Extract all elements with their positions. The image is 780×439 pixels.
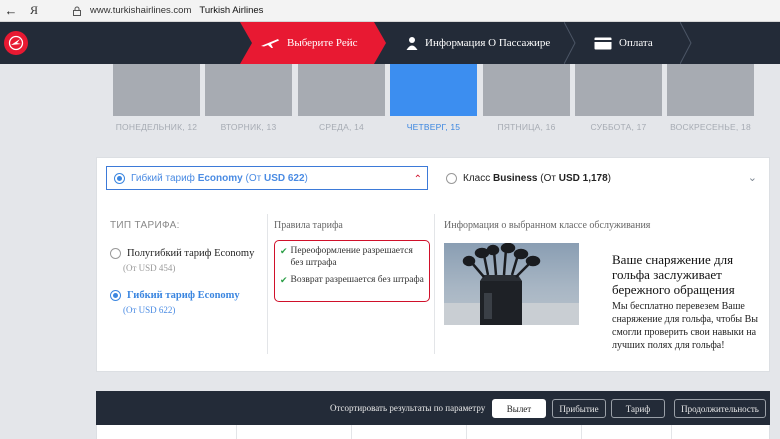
date-option[interactable]: ПОНЕДЕЛЬНИК, 12 (113, 64, 200, 132)
tab-economy-fare[interactable]: Гибкий тариф Economy (От USD 622) ⌃ (106, 166, 428, 190)
results-cell (352, 425, 467, 439)
person-icon (406, 36, 418, 50)
back-arrow-icon[interactable]: ← (2, 3, 20, 18)
date-bar (667, 64, 754, 116)
sort-arrival-button[interactable]: Прибытие (552, 399, 606, 418)
date-option[interactable]: ПЯТНИЦА, 16 (483, 64, 570, 132)
class-info-body: Мы бесплатно перевезем Ваше снаряжение д… (612, 301, 759, 351)
date-bar (298, 64, 385, 116)
fare-rules-column: Правила тарифа ✔ Переоформление разрешае… (274, 220, 434, 302)
semi-flex-radio[interactable] (110, 248, 121, 259)
booking-header: Выберите Рейс Информация О Пассажире Опл… (0, 22, 780, 64)
date-label: ПЯТНИЦА, 16 (497, 122, 556, 132)
date-label: ЧЕТВЕРГ, 15 (406, 122, 461, 132)
class-info-title: Информация о выбранном классе обслуживан… (444, 220, 651, 231)
yandex-logo-icon[interactable]: Я (20, 3, 48, 18)
results-cell (97, 425, 237, 439)
check-icon: ✔ (280, 246, 288, 256)
sort-bar: Отсортировать результаты по параметру Вы… (96, 391, 770, 425)
chevron-up-icon[interactable]: ⌃ (414, 174, 422, 185)
date-label: СРЕДА, 14 (319, 122, 364, 132)
date-bar (113, 64, 200, 116)
sort-departure-button[interactable]: Вылет (492, 399, 546, 418)
step-payment[interactable]: Оплата (576, 22, 686, 64)
date-selector: ПОНЕДЕЛЬНИК, 12 ВТОРНИК, 13 СРЕДА, 14 ЧЕ… (110, 64, 758, 134)
step-label: Оплата (619, 37, 653, 49)
address-bar-url[interactable]: www.turkishairlines.com (90, 5, 191, 16)
check-icon: ✔ (280, 275, 288, 285)
date-option[interactable]: ВТОРНИК, 13 (205, 64, 292, 132)
rule-text: Возврат разрешается без штрафа (290, 275, 424, 285)
step-label: Информация О Пассажире (425, 37, 551, 49)
date-bar (390, 64, 477, 116)
turkish-airlines-logo-icon[interactable] (4, 31, 28, 55)
sort-duration-button[interactable]: Продолжительность (674, 399, 766, 418)
page-title: Turkish Airlines (199, 5, 264, 16)
date-option[interactable]: ВОСКРЕСЕНЬЕ, 18 (667, 64, 754, 132)
step-separator-icon (680, 22, 692, 64)
fare-option-price: (От USD 622) (123, 305, 176, 315)
class-info-heading: Ваше снаряжение для гольфа заслуживает б… (612, 252, 735, 297)
date-bar (205, 64, 292, 116)
card-icon (594, 37, 612, 50)
tab-business-class[interactable]: Класс Business (От USD 1,178) ⌄ (439, 166, 759, 190)
date-option-selected[interactable]: ЧЕТВЕРГ, 15 (390, 64, 477, 132)
rule-item: ✔ Переоформление разрешается без штрафа (280, 245, 424, 269)
date-option[interactable]: СРЕДА, 14 (298, 64, 385, 132)
fare-rules-box: ✔ Переоформление разрешается без штрафа … (274, 240, 430, 302)
step-passenger-info[interactable]: Информация О Пассажире (386, 22, 576, 64)
results-table-top (96, 425, 770, 439)
chevron-down-icon[interactable]: ⌄ (748, 171, 757, 184)
step-separator-icon (564, 22, 576, 64)
results-cell (467, 425, 582, 439)
golf-bag-image (444, 243, 579, 325)
rule-item: ✔ Возврат разрешается без штрафа (280, 274, 424, 286)
fare-option-semi-flex[interactable]: Полугибкий тариф Economy (110, 248, 260, 259)
business-tab-label: Класс Business (От USD 1,178) (463, 172, 612, 184)
results-cell (237, 425, 352, 439)
fare-option-price: (От USD 454) (123, 263, 176, 273)
fare-panel: Гибкий тариф Economy (От USD 622) ⌃ Клас… (96, 157, 770, 372)
column-divider (434, 214, 435, 354)
fare-option-label: Полугибкий тариф Economy (127, 248, 255, 259)
column-divider (267, 214, 268, 354)
fare-rules-title: Правила тарифа (274, 220, 343, 231)
step-select-flight[interactable]: Выберите Рейс (240, 22, 386, 64)
date-label: ВОСКРЕСЕНЬЕ, 18 (670, 122, 751, 132)
browser-toolbar: ← Я www.turkishairlines.com Turkish Airl… (0, 0, 780, 22)
rule-text: Переоформление разрешается без штрафа (290, 246, 413, 268)
fare-option-label: Гибкий тариф Economy (127, 290, 240, 301)
business-radio[interactable] (446, 172, 457, 184)
class-info-column: Информация о выбранном классе обслуживан… (444, 220, 764, 351)
date-bar (483, 64, 570, 116)
step-label: Выберите Рейс (287, 37, 358, 49)
sort-fare-button[interactable]: Тариф (611, 399, 665, 418)
results-cell (582, 425, 672, 439)
fare-type-column: ТИП ТАРИФА: Полугибкий тариф Economy (От… (110, 220, 260, 315)
economy-tab-label: Гибкий тариф Economy (От USD 622) (131, 172, 308, 184)
date-option[interactable]: СУББОТА, 17 (575, 64, 662, 132)
date-label: ВТОРНИК, 13 (220, 122, 277, 132)
flex-radio[interactable] (110, 290, 121, 301)
date-label: СУББОТА, 17 (590, 122, 647, 132)
fare-type-title: ТИП ТАРИФА: (110, 220, 180, 231)
date-bar (575, 64, 662, 116)
fare-option-flex[interactable]: Гибкий тариф Economy (110, 290, 260, 301)
lock-icon (72, 6, 84, 16)
sort-label: Отсортировать результаты по параметру (330, 403, 486, 413)
economy-radio[interactable] (114, 172, 125, 184)
date-label: ПОНЕДЕЛЬНИК, 12 (115, 122, 198, 132)
plane-icon (260, 37, 280, 49)
